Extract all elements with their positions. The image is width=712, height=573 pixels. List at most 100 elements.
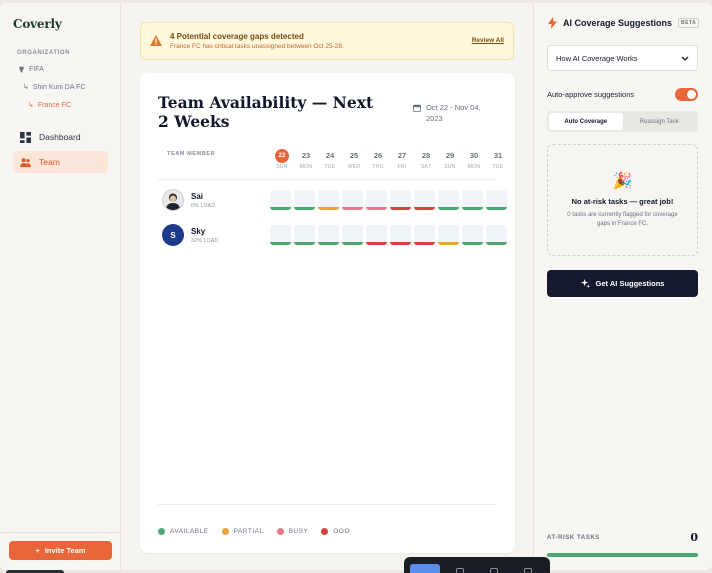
day-name: TUE (492, 164, 504, 170)
availability-cell[interactable] (294, 225, 315, 245)
alert-title: 4 Potential coverage gaps detected (170, 32, 304, 41)
day-name: WED (347, 164, 361, 170)
status-bar-available (270, 207, 291, 210)
availability-cell[interactable] (462, 225, 483, 245)
panel-header: AI Coverage Suggestions BETA (548, 17, 700, 29)
availability-cell[interactable] (366, 225, 387, 245)
availability-row-sai (270, 190, 507, 210)
availability-cell[interactable] (342, 225, 363, 245)
availability-cell[interactable] (366, 190, 387, 210)
legend-label: OOO (333, 528, 350, 535)
status-bar-available (270, 242, 291, 245)
get-ai-suggestions-button[interactable]: Get AI Suggestions (547, 270, 698, 297)
status-bar-available (294, 207, 315, 210)
auto-approve-label: Auto-approve suggestions (547, 90, 635, 99)
auto-approve-row: Auto-approve suggestions (547, 88, 698, 101)
legend-label: AVAILABLE (170, 528, 209, 535)
availability-cell[interactable] (438, 190, 459, 210)
day-name: MON (299, 164, 313, 170)
at-risk-label: AT-RISK TASKS (547, 534, 600, 541)
divider (158, 179, 497, 180)
empty-state-title: No at-risk tasks — great job! (571, 197, 674, 206)
legend-item-partial: PARTIAL (221, 528, 264, 535)
availability-cell[interactable] (270, 225, 291, 245)
tab-reassign-task[interactable]: Reassign Task (623, 113, 697, 130)
availability-cell[interactable] (390, 225, 411, 245)
legend-label: BUSY (288, 528, 309, 535)
day-number: 25 (349, 151, 359, 160)
tab-auto-coverage[interactable]: Auto Coverage (549, 113, 623, 130)
legend-dot-icon (276, 528, 284, 535)
availability-cell[interactable] (390, 190, 411, 210)
toolbar-icon[interactable] (524, 568, 532, 573)
invite-team-label: Invite Team (44, 546, 86, 555)
nav-team[interactable]: Team (13, 151, 108, 173)
availability-cell[interactable] (462, 190, 483, 210)
party-popper-icon: 🎉 (612, 173, 633, 190)
legend-dot-icon (158, 528, 165, 535)
member-load: 0% LOAD (191, 202, 216, 209)
day-number: 31 (493, 151, 503, 160)
member-sai[interactable]: Sai 0% LOAD (162, 189, 215, 211)
availability-cell[interactable] (414, 190, 435, 210)
day-column-header: 30 MON (462, 149, 486, 170)
day-column-header: 31 TUE (486, 149, 510, 170)
day-column-header: 29 SUN (438, 149, 462, 170)
team-availability-card: Team Availability — Next 2 Weeks Oct 22 … (140, 73, 515, 553)
member-sky[interactable]: S Sky 32% LOAD (162, 224, 218, 246)
status-bar-ooo (414, 242, 435, 245)
review-all-link[interactable]: Review All (472, 37, 504, 44)
day-number: 23 (301, 151, 311, 160)
avatar (162, 189, 184, 211)
availability-cell[interactable] (438, 225, 459, 245)
status-bar-ooo (414, 207, 435, 210)
availability-cell[interactable] (270, 190, 291, 210)
empty-state-subtitle: 0 tasks are currently flagged for covera… (567, 212, 678, 227)
status-bar-available (438, 207, 459, 210)
how-ai-works-label: How AI Coverage Works (556, 53, 638, 63)
availability-cell[interactable] (294, 190, 315, 210)
tree-item-fifa[interactable]: FIFA (18, 66, 44, 73)
status-bar-partial (438, 242, 459, 245)
plus-icon: + (35, 546, 40, 555)
availability-cell[interactable] (342, 190, 363, 210)
toolbar-icon[interactable] (456, 568, 464, 573)
status-legend: AVAILABLE PARTIAL BUSY OOO (158, 528, 350, 535)
avatar: S (162, 224, 184, 246)
date-range-picker[interactable]: Oct 22 - Nov 04, 2023 (413, 102, 496, 124)
tree-item-shin-kuni[interactable]: ↳ Shin Kuni DA FC (23, 83, 85, 92)
nav-label: Team (39, 157, 60, 167)
day-column-header: 22 SUN (270, 149, 294, 170)
nav-dashboard[interactable]: Dashboard (13, 126, 108, 148)
app-window: Coverly ORGANIZATION FIFA ↳ Shin Kuni DA… (0, 3, 712, 570)
status-bar-ooo (390, 207, 411, 210)
invite-team-button[interactable]: + Invite Team (9, 541, 112, 560)
legend-item-ooo: OOO (321, 528, 350, 535)
availability-cell[interactable] (318, 190, 339, 210)
day-column-header: 26 THU (366, 149, 390, 170)
date-range-label: Oct 22 - Nov 04, 2023 (426, 103, 481, 123)
get-ai-suggestions-label: Get AI Suggestions (595, 279, 665, 288)
auto-approve-toggle[interactable] (675, 88, 698, 101)
tree-item-france-fc[interactable]: ↳ France FC (28, 101, 71, 110)
availability-cell[interactable] (414, 225, 435, 245)
toolbar-primary-button[interactable] (410, 564, 440, 573)
availability-cell[interactable] (318, 225, 339, 245)
page-title: Team Availability — Next 2 Weeks (158, 93, 374, 131)
status-bar-ooo (366, 242, 387, 245)
floating-toolbar (404, 557, 550, 573)
status-bar-available (462, 207, 483, 210)
availability-cell[interactable] (486, 190, 507, 210)
beta-badge: BETA (678, 18, 700, 28)
day-header-row: 22 SUN 23 MON 24 TUE 25 WED 26 THU 27 FRI 28 SAT 29 SUN… (270, 149, 510, 170)
toolbar-icon[interactable] (490, 568, 498, 573)
legend-item-busy: BUSY (276, 528, 309, 535)
divider (158, 504, 497, 505)
status-bar-available (342, 242, 363, 245)
lightning-icon (548, 17, 557, 29)
warning-icon (150, 35, 162, 46)
app-logo[interactable]: Coverly (13, 17, 62, 31)
dashboard-icon (20, 131, 31, 143)
how-ai-works-dropdown[interactable]: How AI Coverage Works (547, 45, 698, 71)
availability-cell[interactable] (486, 225, 507, 245)
